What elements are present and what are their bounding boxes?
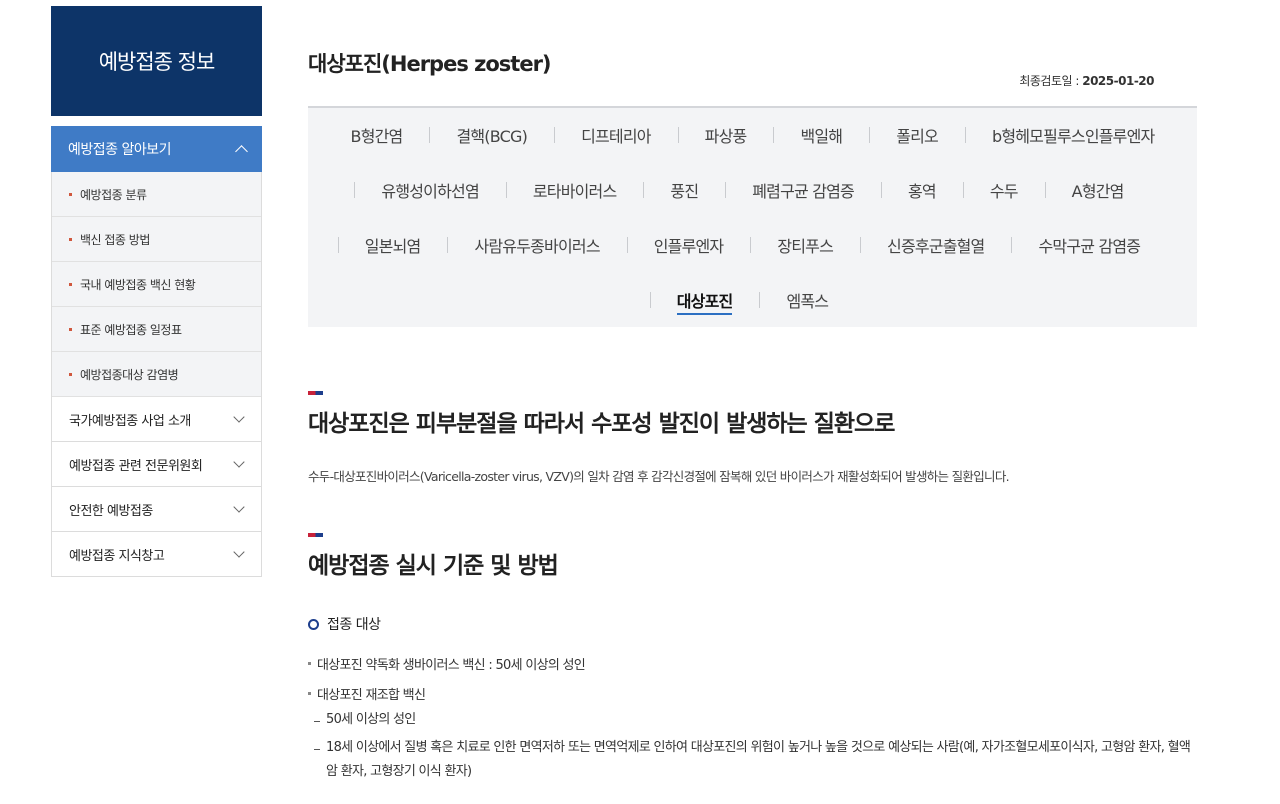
bullet-icon (69, 237, 72, 241)
tab-row: 대상포진 엠폭스 (308, 285, 1197, 315)
chevron-down-icon (233, 546, 245, 558)
subheading-target: 접종 대상 (308, 614, 381, 634)
tab-hpv[interactable]: 사람유두종바이러스 (447, 233, 626, 257)
list-subitem-text: 18세 이상에서 질병 혹은 치료로 인한 면역저하 또는 면역억제로 인하여 … (326, 740, 1191, 779)
chevron-down-icon (233, 501, 245, 513)
sidebar-submenu: 예방접종 분류 백신 접종 방법 국내 예방접종 백신 현황 표준 예방접종 일… (51, 172, 262, 397)
sidebar-item-label: 예방접종 관련 전문위원회 (69, 458, 203, 474)
tab-japanese-encephalitis[interactable]: 일본뇌염 (337, 233, 448, 257)
tab-herpes-zoster[interactable]: 대상포진 (649, 288, 760, 315)
tab-row: 유행성이하선염 로타바이러스 풍진 폐렴구균 감염증 홍역 수두 A형간염 (308, 175, 1197, 205)
chevron-down-icon (233, 456, 245, 468)
review-date-value: 2025-01-20 (1082, 74, 1154, 88)
tab-rubella[interactable]: 풍진 (643, 178, 725, 202)
submenu-item-schedule[interactable]: 표준 예방접종 일정표 (52, 307, 261, 352)
sidebar-item-label: 안전한 예방접종 (69, 503, 153, 519)
tab-measles[interactable]: 홍역 (880, 178, 963, 202)
submenu-item-method[interactable]: 백신 접종 방법 (52, 217, 261, 262)
chevron-up-icon (235, 145, 248, 158)
review-label: 최종검토일 : (1019, 74, 1079, 88)
tab-influenza[interactable]: 인플루엔자 (626, 233, 751, 257)
submenu-item-label: 예방접종 분류 (80, 187, 147, 202)
tab-label: 대상포진 (676, 292, 733, 315)
submenu-item-label: 예방접종대상 감염병 (80, 367, 179, 382)
bullet-icon (69, 282, 72, 286)
disease-tabs: B형간염 결핵(BCG) 디프테리아 파상풍 백일해 폴리오 b형헤모필루스인플… (308, 106, 1197, 327)
tab-polio[interactable]: 폴리오 (869, 123, 965, 147)
tab-bcg[interactable]: 결핵(BCG) (429, 123, 554, 147)
review-date: 최종검토일 : 2025-01-20 (1019, 72, 1154, 89)
tab-typhoid[interactable]: 장티푸스 (750, 233, 860, 257)
tab-mpox[interactable]: 엠폭스 (759, 288, 855, 312)
list-item: 대상포진 재조합 백신 (308, 684, 426, 703)
tab-tetanus[interactable]: 파상풍 (677, 123, 774, 147)
list-subitem-text: 50세 이상의 성인 (326, 712, 416, 727)
tab-meningococcal[interactable]: 수막구균 감염증 (1011, 233, 1167, 257)
section-heading-definition: 대상포진은 피부분절을 따라서 수포성 발진이 발생하는 질환으로 (308, 411, 895, 437)
section-heading-criteria: 예방접종 실시 기준 및 방법 (308, 553, 559, 579)
tab-diphtheria[interactable]: 디프테리아 (554, 123, 678, 147)
bullet-icon (69, 192, 72, 196)
bullet-icon (69, 372, 72, 376)
tab-hfrs[interactable]: 신증후군출혈열 (860, 233, 1011, 257)
sidebar-item-vaccination-overview[interactable]: 예방접종 알아보기 (51, 126, 262, 172)
heading-accent-bar (308, 533, 323, 537)
tab-rotavirus[interactable]: 로타바이러스 (505, 178, 644, 202)
submenu-item-status[interactable]: 국내 예방접종 백신 현황 (52, 262, 261, 307)
dash-icon (314, 749, 320, 750)
tab-mumps[interactable]: 유행성이하선염 (354, 178, 505, 202)
list-item-text: 대상포진 약독화 생바이러스 백신 : 50세 이상의 성인 (317, 658, 586, 673)
sidebar-item-label: 예방접종 지식창고 (69, 548, 165, 564)
tab-row: 일본뇌염 사람유두종바이러스 인플루엔자 장티푸스 신증후군출혈열 수막구균 감… (308, 230, 1197, 260)
sidebar-item-label: 국가예방접종 사업 소개 (69, 413, 191, 429)
bullet-icon (69, 327, 72, 331)
list-subitem: 18세 이상에서 질병 혹은 치료로 인한 면역저하 또는 면역억제로 인하여 … (314, 740, 1201, 784)
sidebar-item-safe-vaccination[interactable]: 안전한 예방접종 (51, 487, 262, 532)
chevron-down-icon (233, 411, 245, 423)
dash-icon (314, 721, 320, 722)
tab-hib[interactable]: b형헤모필루스인플루엔자 (964, 123, 1181, 147)
list-item: 대상포진 약독화 생바이러스 백신 : 50세 이상의 성인 (308, 654, 586, 673)
subheading-label: 접종 대상 (327, 617, 381, 633)
list-item-text: 대상포진 재조합 백신 (317, 688, 426, 703)
section-body-definition: 수두-대상포진바이러스(Varicella-zoster virus, VZV)… (308, 469, 1010, 484)
tab-hepatitis-a[interactable]: A형간염 (1044, 178, 1151, 202)
page-title: 대상포진(Herpes zoster) (308, 52, 552, 76)
bullet-icon (308, 692, 311, 695)
submenu-item-label: 표준 예방접종 일정표 (80, 322, 182, 337)
submenu-item-classification[interactable]: 예방접종 분류 (52, 172, 261, 217)
list-subitem: 50세 이상의 성인 (314, 712, 1201, 732)
tab-varicella[interactable]: 수두 (962, 178, 1045, 202)
tab-pertussis[interactable]: 백일해 (773, 123, 869, 147)
sidebar: 예방접종 정보 예방접종 알아보기 예방접종 분류 백신 접종 방법 국내 예방… (51, 6, 262, 577)
sidebar-item-committee[interactable]: 예방접종 관련 전문위원회 (51, 442, 262, 487)
tab-row: B형간염 결핵(BCG) 디프테리아 파상풍 백일해 폴리오 b형헤모필루스인플… (308, 120, 1197, 150)
submenu-item-label: 국내 예방접종 백신 현황 (80, 277, 196, 292)
sidebar-item-knowledge[interactable]: 예방접종 지식창고 (51, 532, 262, 577)
sidebar-item-label: 예방접종 알아보기 (68, 142, 172, 158)
tab-pneumococcal[interactable]: 폐렴구균 감염증 (725, 178, 881, 202)
sidebar-title: 예방접종 정보 (51, 6, 262, 116)
tab-hepatitis-b[interactable]: B형간염 (324, 123, 430, 147)
bullet-icon (308, 662, 311, 665)
heading-accent-bar (308, 391, 323, 395)
submenu-item-diseases[interactable]: 예방접종대상 감염병 (52, 352, 261, 397)
sidebar-item-national-program[interactable]: 국가예방접종 사업 소개 (51, 397, 262, 442)
circle-bullet-icon (308, 618, 319, 630)
submenu-item-label: 백신 접종 방법 (80, 232, 150, 247)
